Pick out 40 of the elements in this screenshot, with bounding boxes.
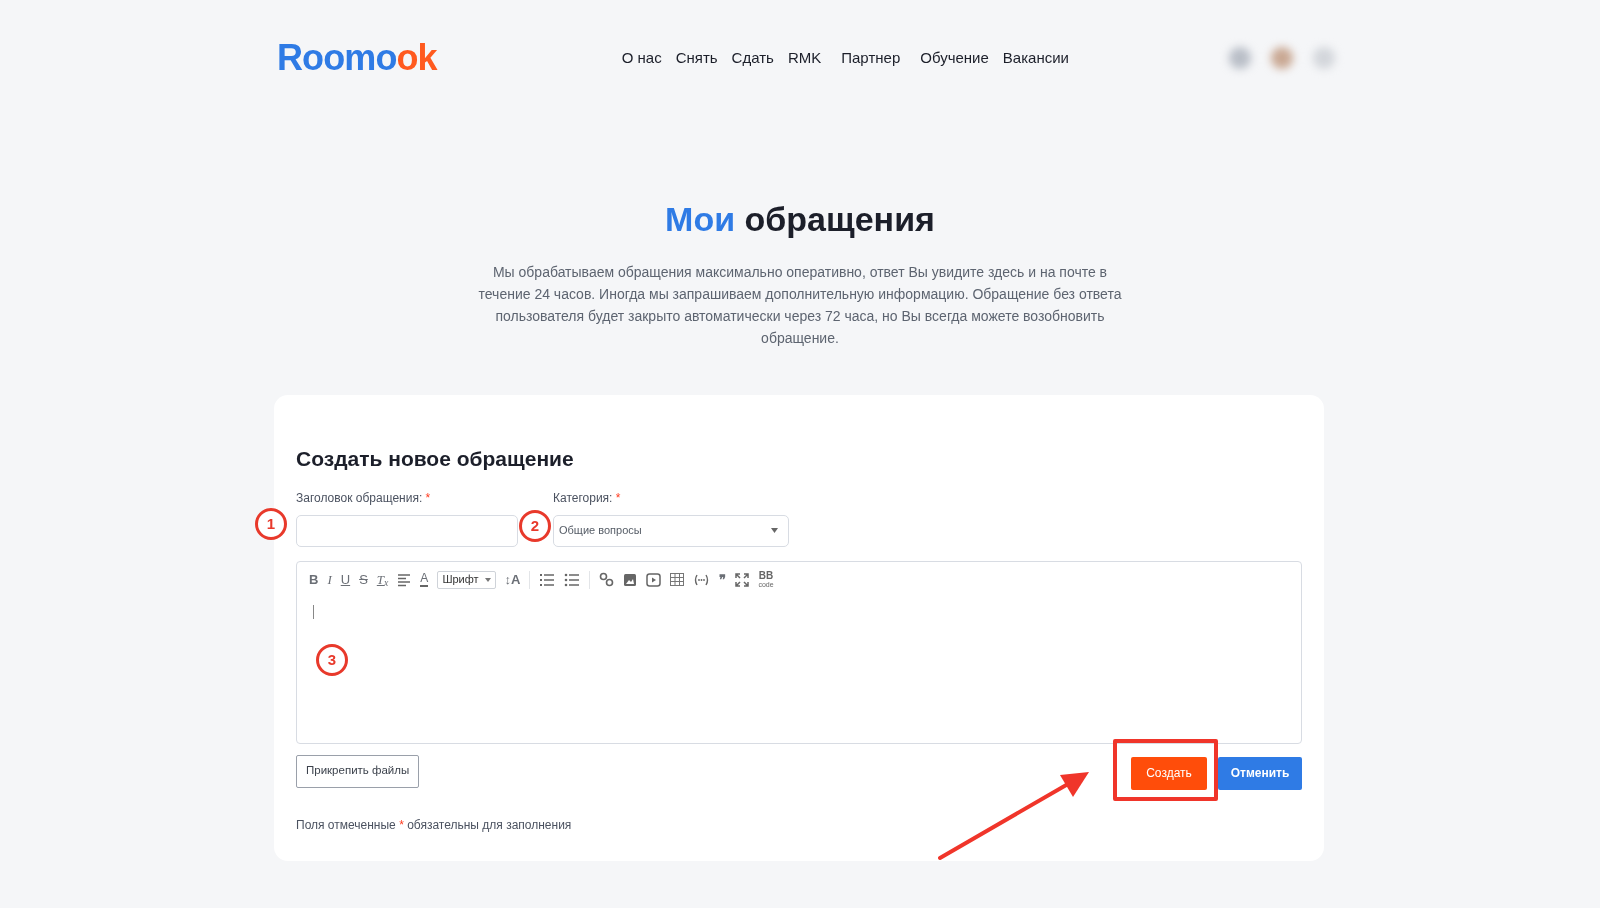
page-title: Мои обращения — [664, 199, 936, 240]
fullscreen-icon[interactable] — [735, 572, 750, 587]
text-cursor — [313, 604, 314, 619]
field-label: Заголовок обращения: * — [296, 489, 432, 507]
table-icon[interactable] — [670, 573, 685, 586]
strikethrough-button[interactable]: S — [359, 569, 368, 590]
bold-button[interactable]: B — [309, 569, 319, 590]
code-icon[interactable] — [693, 573, 711, 586]
field-label: Категория: * — [553, 489, 622, 507]
subject-field[interactable] — [296, 514, 518, 547]
toolbar-button[interactable]: ↕A — [504, 569, 521, 590]
create-button[interactable]: Создать — [1131, 756, 1207, 790]
nav-link[interactable]: RMK — [787, 46, 822, 70]
underline-button[interactable]: U — [340, 569, 351, 590]
cancel-button[interactable]: Отменить — [1218, 756, 1302, 790]
category-select[interactable]: Общие вопросы — [553, 514, 789, 547]
video-icon[interactable] — [646, 572, 662, 587]
form-heading: Создать новое обращение — [296, 446, 575, 472]
bullet-list-icon[interactable] — [564, 572, 581, 587]
nav-link[interactable]: Обучение — [920, 46, 989, 70]
caret-icon — [484, 577, 491, 582]
nav-link[interactable]: Партнер — [841, 46, 901, 70]
attach-files-button[interactable]: Прикрепить файлы — [296, 754, 420, 788]
text-color-button[interactable]: A — [420, 572, 429, 587]
step-marker: 1 — [255, 508, 287, 540]
nav-link[interactable]: Снять — [675, 46, 718, 70]
nav-link[interactable]: Сдать — [731, 46, 774, 70]
nav-link[interactable]: Вакансии — [1002, 46, 1069, 70]
caret-icon — [771, 528, 778, 533]
font-dropdown[interactable]: Шрифт — [437, 570, 496, 589]
align-left-icon[interactable] — [397, 572, 412, 587]
link-icon[interactable] — [599, 572, 615, 587]
clear-format-button[interactable]: T$_{x}$ — [376, 569, 389, 590]
toolbar-button[interactable]: ❞ — [719, 569, 727, 590]
logo[interactable]: Roomook — [277, 40, 437, 76]
page-description: Мы обрабатываем обращения максимально оперативно, ответ Вы увидите здесь и на почте в течение 24 часов. Иногда мы запрашиваем дополнительную информацию. Обращение без ответа пользователя будет закрыто автоматически через 72 часа, но Вы всегда можете возобновить обращение. — [477, 263, 1123, 348]
required-fields-note: Поля отмеченные * обязательны для заполнения — [296, 816, 573, 834]
nav-link[interactable]: О нас — [621, 46, 662, 70]
image-icon[interactable] — [623, 572, 638, 587]
italic-button[interactable]: I — [327, 569, 332, 590]
